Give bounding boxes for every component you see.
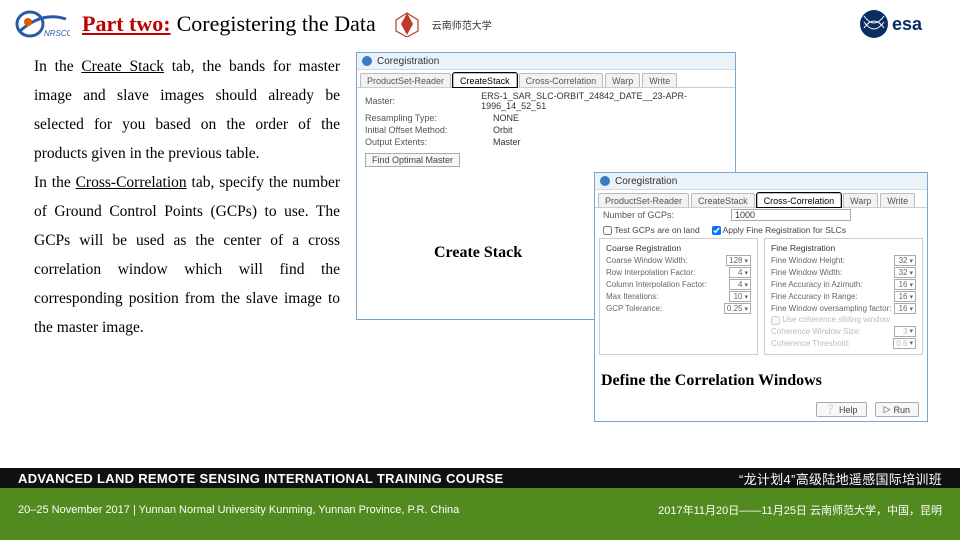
ynu-label: 云南师范大学 [432, 17, 492, 32]
help-button[interactable]: ❔Help [816, 402, 867, 417]
main-content: In the Create Stack tab, the bands for m… [0, 44, 960, 422]
param-row: Fine Accuracy in Azimuth:16▾ [771, 279, 916, 290]
course-date-cn: 2017年11月20日——11月25日 云南师范大学，中国，昆明 [658, 502, 942, 518]
param-row: GCP Tolerance:0.25▾ [606, 303, 751, 314]
tab-productset-reader[interactable]: ProductSet-Reader [598, 193, 689, 207]
param-row: Column Interpolation Factor:4▾ [606, 279, 751, 290]
dialog-titlebar: Coregistration [357, 53, 735, 70]
instruction-text: In the Create Stack tab, the bands for m… [34, 52, 340, 422]
svg-text:esa: esa [892, 14, 923, 34]
play-icon: ▷ [884, 404, 891, 415]
tab-cross-correlation[interactable]: Cross-Correlation [519, 73, 604, 87]
tab-createstack[interactable]: CreateStack [453, 73, 517, 87]
param-row: Max Iterations:10▾ [606, 291, 751, 302]
annotation-define-correlation: Define the Correlation Windows [601, 372, 822, 390]
form-row: Master:ERS-1_SAR_SLC-ORBIT_24842_DATE__2… [357, 90, 735, 112]
tab-write[interactable]: Write [880, 193, 915, 207]
cb-fine-registration[interactable]: Apply Fine Registration for SLCs [712, 225, 846, 235]
param-row: Coherence Window Size:3▾ [771, 326, 916, 337]
gcp-row: Number of GCPs: 1000 [595, 208, 927, 222]
app-icon [600, 176, 610, 186]
param-select[interactable]: 4▾ [729, 279, 751, 290]
dialog-title: Coregistration [377, 56, 439, 67]
param-select[interactable]: 16▾ [894, 303, 916, 314]
course-date-en: 20–25 November 2017 | Yunnan Normal Univ… [18, 504, 459, 516]
param-row: Coarse Window Width:128▾ [606, 255, 751, 266]
app-icon [362, 56, 372, 66]
tab-cross-correlation[interactable]: Cross-Correlation [757, 193, 842, 207]
ynu-badge-icon [394, 11, 420, 37]
dialog-tabs: ProductSet-ReaderCreateStackCross-Correl… [357, 70, 735, 88]
esa-logo: esa [856, 6, 946, 42]
dialog-titlebar: Coregistration [595, 173, 927, 190]
tab-productset-reader[interactable]: ProductSet-Reader [360, 73, 451, 87]
annotation-create-stack: Create Stack [434, 244, 522, 262]
param-select[interactable]: 32▾ [894, 255, 916, 266]
param-select[interactable]: 128▾ [726, 255, 751, 266]
help-icon: ❔ [825, 404, 836, 415]
tab-warp[interactable]: Warp [605, 73, 640, 87]
cb-coherence-window: Use coherence sliding window [771, 315, 916, 324]
param-select[interactable]: 4▾ [729, 267, 751, 278]
slide-header: NRSCC Part two:Coregistering the Data 云南… [0, 0, 960, 44]
coarse-group: Coarse Registration Coarse Window Width:… [599, 238, 758, 354]
tab-write[interactable]: Write [642, 73, 677, 87]
param-row: Fine Accuracy in Range:16▾ [771, 291, 916, 302]
param-select[interactable]: 10▾ [729, 291, 751, 302]
cb-gcps-on-land[interactable]: Test GCPs are on land [603, 225, 700, 235]
dialog-body: Master:ERS-1_SAR_SLC-ORBIT_24842_DATE__2… [357, 88, 735, 150]
footer-banner: ADVANCED LAND REMOTE SENSING INTERNATION… [0, 468, 960, 540]
param-row: Row Interpolation Factor:4▾ [606, 267, 751, 278]
param-select[interactable]: 16▾ [894, 291, 916, 302]
run-button[interactable]: ▷Run [875, 402, 919, 417]
param-select[interactable]: 32▾ [894, 267, 916, 278]
dialog-title: Coregistration [615, 176, 677, 187]
course-title-cn: “龙计划4”高级陆地遥感国际培训班 [739, 469, 942, 488]
svg-text:NRSCC: NRSCC [44, 29, 70, 38]
nascc-logo: NRSCC [14, 9, 70, 39]
tab-warp[interactable]: Warp [843, 193, 878, 207]
course-title-en: ADVANCED LAND REMOTE SENSING INTERNATION… [18, 471, 503, 486]
slide-title: Part two:Coregistering the Data [82, 11, 376, 37]
form-row: Initial Offset Method:Orbit [357, 124, 735, 136]
param-select[interactable]: 16▾ [894, 279, 916, 290]
gcp-input[interactable]: 1000 [731, 209, 851, 221]
param-row: Coherence Threshold:0.6▾ [771, 338, 916, 349]
param-row: Fine Window Width:32▾ [771, 267, 916, 278]
screenshot-area: Coregistration ProductSet-ReaderCreateSt… [356, 52, 944, 422]
form-row: Resampling Type:NONE [357, 112, 735, 124]
fine-group: Fine Registration Fine Window Height:32▾… [764, 238, 923, 354]
param-select: 0.6▾ [893, 338, 916, 349]
param-select: 3▾ [894, 326, 916, 337]
form-row: Output Extents:Master [357, 136, 735, 148]
param-select[interactable]: 0.25▾ [724, 303, 751, 314]
param-row: Fine Window oversampling factor:16▾ [771, 303, 916, 314]
dialog-tabs: ProductSet-ReaderCreateStackCross-Correl… [595, 190, 927, 208]
tab-createstack[interactable]: CreateStack [691, 193, 755, 207]
param-row: Fine Window Height:32▾ [771, 255, 916, 266]
find-optimal-master-button[interactable]: Find Optimal Master [365, 153, 460, 167]
